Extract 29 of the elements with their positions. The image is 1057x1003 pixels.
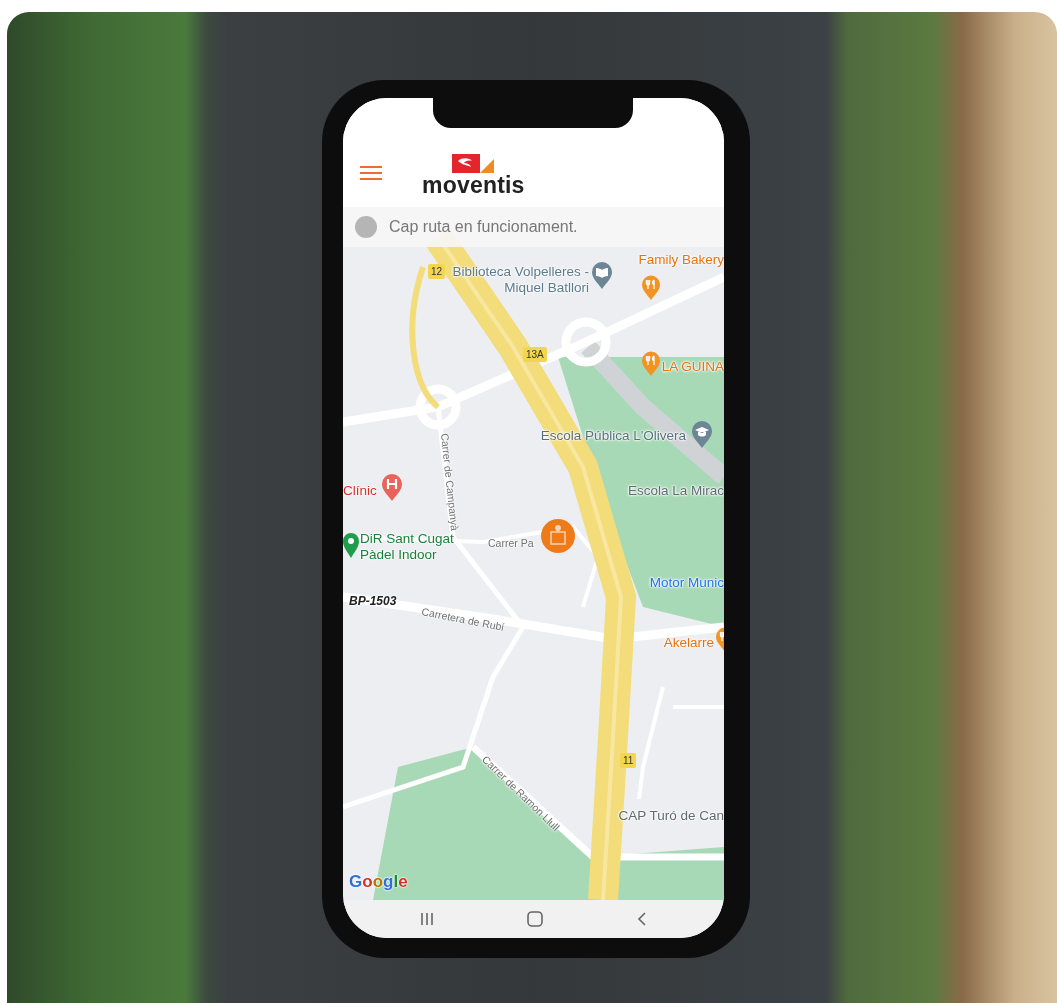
road-label: BP-1503	[349, 593, 397, 609]
status-text: Cap ruta en funcionament.	[389, 218, 578, 236]
logo-text: moventis	[422, 174, 525, 197]
place-label[interactable]: Akelarre	[663, 635, 714, 651]
place-label[interactable]: DiR Sant Cugat Pàdel Indoor	[360, 531, 480, 563]
graduation-cap-pin-icon[interactable]	[691, 421, 713, 449]
place-label[interactable]: LA GUINA	[661, 359, 724, 375]
route-number: 13A	[523, 347, 547, 362]
building-marker-icon[interactable]	[541, 519, 575, 553]
hospital-pin-icon[interactable]	[381, 474, 403, 502]
street-label: Carretera de Rubí	[420, 604, 506, 635]
map-attribution: Google	[349, 872, 408, 892]
street-label: Carrer de Campanyà	[437, 432, 463, 532]
back-icon[interactable]	[637, 912, 648, 926]
menu-icon[interactable]	[360, 165, 382, 181]
logo-icon	[452, 154, 495, 173]
book-pin-icon[interactable]	[591, 262, 613, 290]
location-pin-icon[interactable]	[343, 533, 359, 559]
route-number: 11	[620, 753, 637, 768]
route-number: 12	[428, 264, 446, 279]
restaurant-pin-icon[interactable]	[641, 351, 661, 377]
place-label[interactable]: Motor Munic	[649, 575, 724, 591]
home-icon[interactable]	[527, 911, 544, 927]
place-label[interactable]: Family Bakery	[638, 252, 724, 268]
recent-apps-icon[interactable]	[419, 912, 434, 926]
street-label: Carrer Pa	[488, 536, 534, 551]
place-label[interactable]: Clínic	[343, 483, 377, 499]
place-label[interactable]: Escola La Mirac	[627, 483, 724, 499]
restaurant-pin-icon[interactable]	[641, 275, 661, 301]
